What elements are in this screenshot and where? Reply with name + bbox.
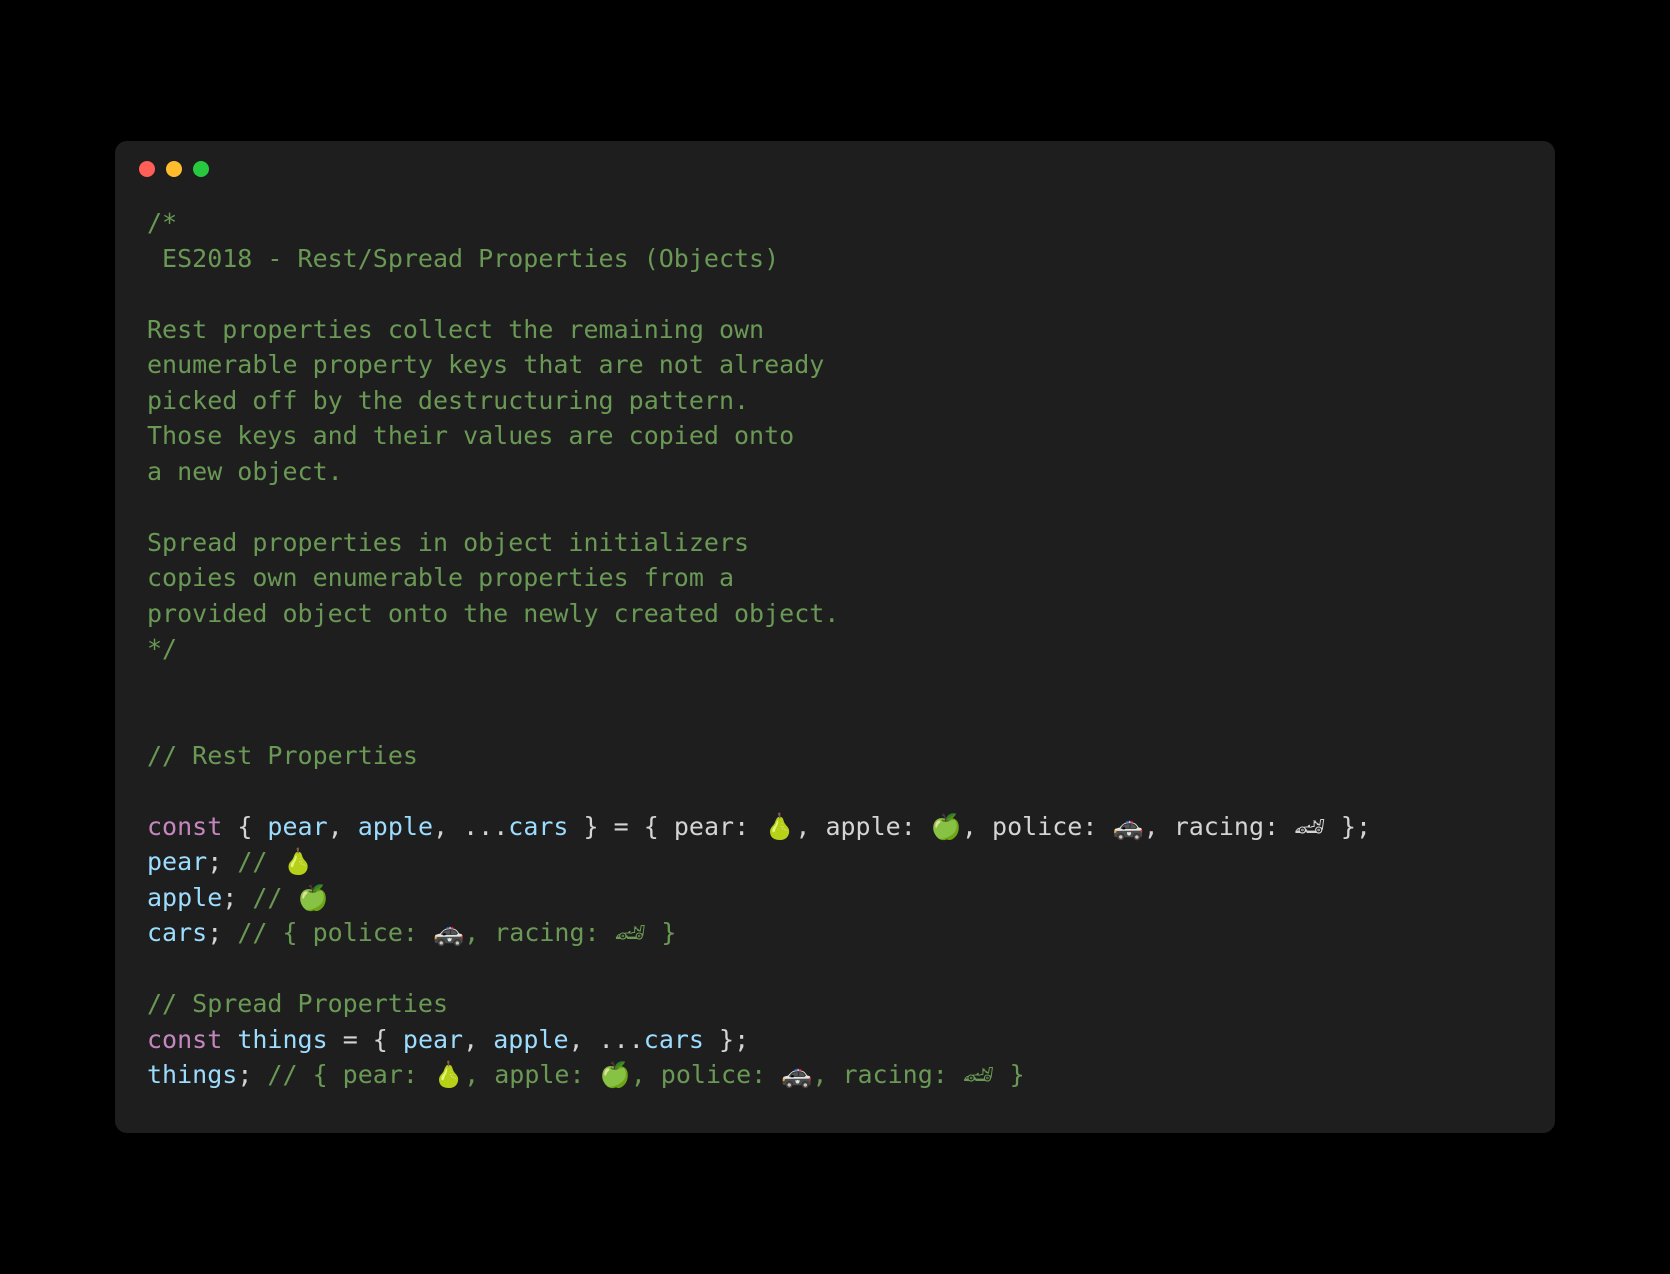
- obj-close: };: [704, 1025, 749, 1054]
- pear-value: : 🍐,: [734, 812, 825, 841]
- code-editor[interactable]: /* ES2018 - Rest/Spread Properties (Obje…: [115, 177, 1555, 1133]
- brace-close: }: [569, 812, 614, 841]
- var-things-ref: things: [147, 1060, 237, 1089]
- obj-close: };: [1341, 812, 1371, 841]
- prop-apple: apple: [825, 812, 900, 841]
- var-apple-shorthand: apple: [493, 1025, 568, 1054]
- var-apple: apple: [358, 812, 433, 841]
- things-result-comment: // { pear: 🍐, apple: 🍏, police: 🚓, racin…: [252, 1060, 1024, 1089]
- spread-header-comment: // Spread Properties: [147, 989, 448, 1018]
- comma: ,: [328, 812, 358, 841]
- semicolon: ;: [237, 1060, 252, 1089]
- var-cars-spread: cars: [644, 1025, 704, 1054]
- apple-value: : 🍏,: [901, 812, 992, 841]
- maximize-button[interactable]: [193, 161, 209, 177]
- brace-open: {: [222, 812, 267, 841]
- rest-header-comment: // Rest Properties: [147, 741, 418, 770]
- block-comment: /* ES2018 - Rest/Spread Properties (Obje…: [147, 208, 839, 663]
- const-keyword: const: [147, 1025, 222, 1054]
- rest-operator: , ...: [433, 812, 508, 841]
- racing-value: : 🏎: [1264, 812, 1341, 841]
- const-keyword: const: [147, 812, 222, 841]
- code-window: /* ES2018 - Rest/Spread Properties (Obje…: [115, 141, 1555, 1133]
- var-cars-ref: cars: [147, 918, 207, 947]
- assign-operator: =: [614, 812, 629, 841]
- prop-racing: racing: [1174, 812, 1264, 841]
- comma: ,: [463, 1025, 493, 1054]
- apple-result-comment: // 🍏: [237, 883, 328, 912]
- semicolon: ;: [207, 847, 222, 876]
- var-cars: cars: [508, 812, 568, 841]
- var-pear-shorthand: pear: [403, 1025, 463, 1054]
- assign-operator: =: [328, 1025, 373, 1054]
- var-apple-ref: apple: [147, 883, 222, 912]
- prop-police: police: [992, 812, 1082, 841]
- minimize-button[interactable]: [166, 161, 182, 177]
- close-button[interactable]: [139, 161, 155, 177]
- space: [222, 1025, 237, 1054]
- prop-pear: pear: [674, 812, 734, 841]
- var-pear-ref: pear: [147, 847, 207, 876]
- semicolon: ;: [207, 918, 222, 947]
- titlebar: [115, 141, 1555, 177]
- obj-open: {: [373, 1025, 403, 1054]
- obj-open: {: [629, 812, 674, 841]
- cars-result-comment: // { police: 🚓, racing: 🏎 }: [222, 918, 676, 947]
- semicolon: ;: [222, 883, 237, 912]
- var-things: things: [237, 1025, 327, 1054]
- var-pear: pear: [267, 812, 327, 841]
- spread-operator: , ...: [569, 1025, 644, 1054]
- pear-result-comment: // 🍐: [222, 847, 313, 876]
- police-value: : 🚓,: [1082, 812, 1173, 841]
